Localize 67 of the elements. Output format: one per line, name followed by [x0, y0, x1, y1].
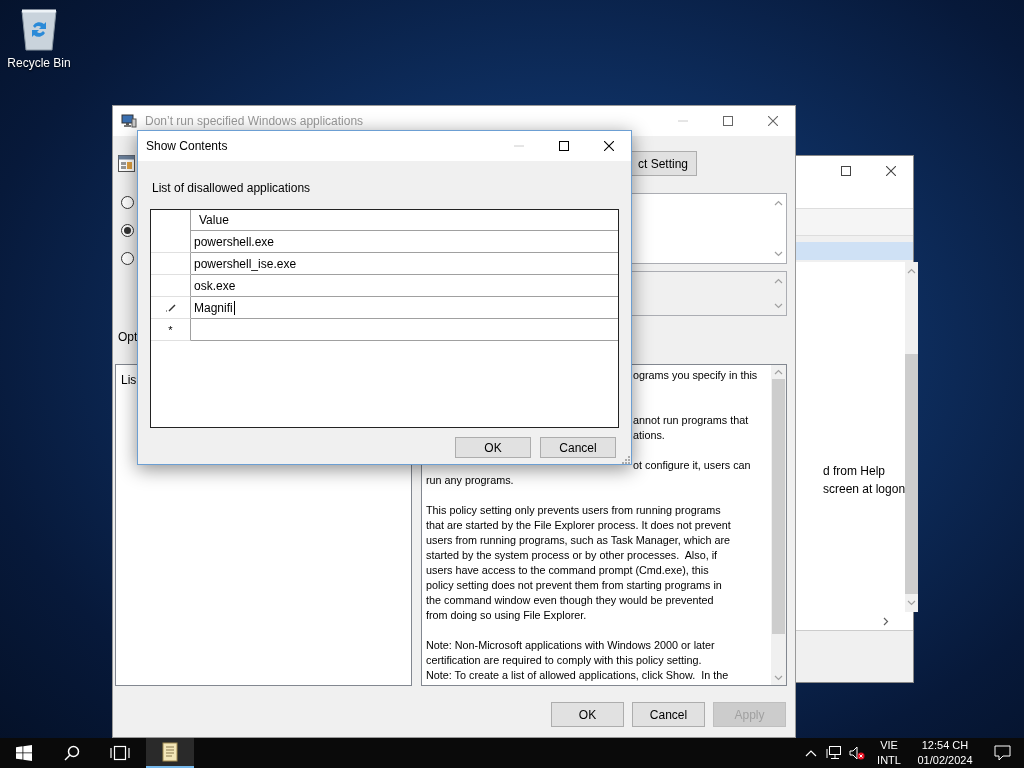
help-text-line: users have access to the command prompt (Cmd.exe), this [426, 564, 709, 576]
network-icon[interactable] [825, 746, 842, 760]
help-text-line: policy setting does not prevent them from starting programs in [426, 579, 722, 591]
taskbar-app-button[interactable] [146, 738, 194, 768]
list-item[interactable]: d from Help [823, 462, 906, 480]
help-text-line: Note: To create a list of allowed applications, click Show. In the [426, 669, 729, 681]
clock-time[interactable]: 12:54 CH [921, 738, 969, 753]
row-header[interactable] [151, 253, 191, 275]
help-text-line: Note: Non-Microsoft applications with Windows 2000 or later [426, 639, 715, 651]
help-text-line: run any programs. [426, 474, 514, 486]
text-cursor [233, 300, 235, 315]
chevron-up-icon[interactable] [804, 749, 817, 757]
column-header[interactable]: Value [191, 210, 618, 231]
help-text-line: ograms you specify in this [633, 369, 758, 381]
table-cell[interactable]: osk.exe [191, 275, 618, 297]
scroll-down-icon[interactable] [774, 251, 783, 257]
keyboard-layout[interactable]: INTL [877, 753, 901, 768]
notification-icon[interactable] [993, 745, 1011, 761]
help-text-line: This policy setting only prevents users from running programs [426, 504, 721, 516]
resize-grip-icon[interactable] [622, 456, 630, 464]
close-icon[interactable] [603, 141, 614, 151]
dialog-button[interactable]: Cancel [540, 437, 616, 458]
help-text-line: started by the system process or by other processes. Also, if [426, 549, 718, 561]
input-language[interactable]: VIE [880, 738, 898, 753]
volume-muted-icon[interactable] [848, 746, 865, 760]
help-text-line: from doing so using File Explorer. [426, 609, 587, 621]
help-text-line: ations. [633, 429, 665, 441]
radio-button[interactable] [121, 224, 134, 237]
icon-label: Recycle Bin [7, 56, 71, 70]
maximize-icon[interactable] [840, 166, 851, 176]
help-text-line: annot run programs that [633, 414, 749, 426]
row-header[interactable] [151, 297, 191, 319]
list-label: List of disallowed applications [152, 181, 311, 195]
scroll-right-icon[interactable] [883, 616, 889, 626]
help-text-line: certification are required to comply with this policy setting. [426, 654, 702, 666]
close-icon[interactable] [885, 166, 896, 176]
help-text-line: ot configure it, users can [633, 459, 751, 471]
row-header[interactable]: * [151, 319, 191, 341]
help-text-line: users from running programs, such as Task Manager, which are [426, 534, 731, 546]
pencil-icon [165, 303, 176, 312]
dialog-button[interactable]: OK [455, 437, 531, 458]
new-row-marker: * [168, 323, 173, 336]
radio-button[interactable] [121, 196, 134, 209]
search-icon[interactable] [64, 745, 80, 761]
computer-icon [121, 113, 137, 129]
row-header[interactable] [151, 231, 191, 253]
option-label: Lis [121, 373, 137, 387]
cell-editor[interactable]: Magnifi [194, 300, 233, 315]
scroll-up-icon[interactable] [774, 200, 783, 206]
list-item[interactable]: screen at logon [823, 480, 906, 498]
row-header[interactable] [151, 275, 191, 297]
scroll-icon [161, 741, 179, 763]
help-text-line: that are started by the File Explorer process. It does not prevent [426, 519, 731, 531]
dialog-title: Show Contents [145, 139, 229, 153]
start-icon[interactable] [16, 745, 32, 761]
policy-icon [118, 155, 135, 172]
window-title: Don’t run specified Windows applications [145, 114, 365, 128]
maximize-icon[interactable] [558, 141, 569, 151]
radio-button[interactable] [121, 252, 134, 265]
dialog-button[interactable]: Cancel [632, 702, 705, 727]
table-cell[interactable]: powershell.exe [191, 231, 618, 253]
task-view-icon[interactable] [110, 745, 130, 761]
section-label: Opt [118, 330, 138, 344]
dialog-button[interactable]: OK [551, 702, 624, 727]
table-cell[interactable]: powershell_ise.exe [191, 253, 618, 275]
help-text-line: the command window even though they would be prevented [426, 594, 714, 606]
clock-date[interactable]: 01/02/2024 [917, 753, 973, 768]
